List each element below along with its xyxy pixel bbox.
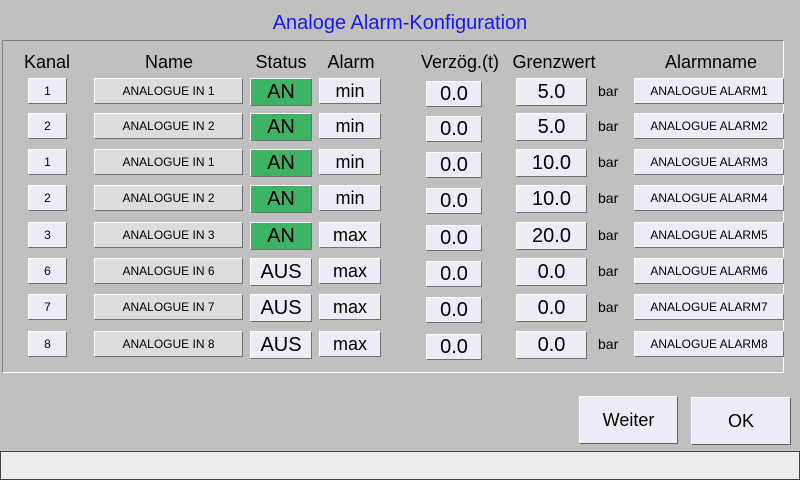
delay-field[interactable]: 0.0 (426, 225, 482, 251)
header-name: Name (144, 52, 193, 72)
alarm-name-field[interactable]: ANALOGUE ALARM1 (634, 78, 784, 104)
weiter-button[interactable]: Weiter (579, 396, 678, 444)
status-toggle[interactable]: AN (250, 149, 312, 177)
alarm-name-field[interactable]: ANALOGUE ALARM7 (634, 294, 784, 320)
unit-label: bar (598, 263, 619, 279)
alarm-type-field[interactable]: min (319, 78, 381, 104)
channel-name-field[interactable]: ANALOGUE IN 6 (94, 258, 243, 284)
limit-field[interactable]: 5.0 (516, 78, 587, 106)
alarm-name-field[interactable]: ANALOGUE ALARM2 (634, 113, 784, 139)
alarm-type-field[interactable]: max (319, 331, 381, 357)
channel-name-field[interactable]: ANALOGUE IN 1 (94, 78, 243, 104)
status-toggle[interactable]: AN (250, 185, 312, 213)
unit-label: bar (598, 227, 619, 243)
kanal-field[interactable]: 1 (28, 78, 67, 104)
delay-field[interactable]: 0.0 (426, 297, 482, 323)
channel-name-field[interactable]: ANALOGUE IN 3 (94, 222, 243, 248)
status-bar (0, 451, 800, 480)
unit-label: bar (598, 336, 619, 352)
channel-name-field[interactable]: ANALOGUE IN 8 (94, 331, 243, 357)
alarm-type-field[interactable]: max (319, 294, 381, 320)
alarm-type-field[interactable]: max (319, 222, 381, 248)
limit-field[interactable]: 0.0 (516, 294, 587, 322)
status-toggle[interactable]: AUS (250, 294, 312, 322)
header-grenzwert: Grenzwert (512, 52, 596, 72)
unit-label: bar (598, 154, 619, 170)
delay-field[interactable]: 0.0 (426, 116, 482, 142)
header-alarmname: Alarmname (664, 52, 758, 72)
status-toggle[interactable]: AN (250, 222, 312, 250)
limit-field[interactable]: 20.0 (516, 222, 587, 250)
limit-field[interactable]: 5.0 (516, 113, 587, 141)
status-toggle[interactable]: AUS (250, 331, 312, 359)
alarm-name-field[interactable]: ANALOGUE ALARM5 (634, 222, 784, 248)
channel-name-field[interactable]: ANALOGUE IN 2 (94, 113, 243, 139)
channel-name-field[interactable]: ANALOGUE IN 7 (94, 294, 243, 320)
kanal-field[interactable]: 2 (28, 185, 67, 211)
delay-field[interactable]: 0.0 (426, 261, 482, 287)
limit-field[interactable]: 10.0 (516, 149, 587, 177)
unit-label: bar (598, 299, 619, 315)
header-status: Status (255, 52, 307, 72)
kanal-field[interactable]: 2 (28, 113, 67, 139)
status-toggle[interactable]: AUS (250, 258, 312, 286)
alarm-name-field[interactable]: ANALOGUE ALARM3 (634, 149, 784, 175)
kanal-field[interactable]: 7 (28, 294, 67, 320)
alarm-name-field[interactable]: ANALOGUE ALARM8 (634, 331, 784, 357)
alarm-name-field[interactable]: ANALOGUE ALARM4 (634, 185, 784, 211)
status-toggle[interactable]: AN (250, 78, 312, 106)
unit-label: bar (598, 118, 619, 134)
unit-label: bar (598, 190, 619, 206)
delay-field[interactable]: 0.0 (426, 81, 482, 107)
kanal-field[interactable]: 3 (28, 222, 67, 248)
limit-field[interactable]: 10.0 (516, 185, 587, 213)
channel-name-field[interactable]: ANALOGUE IN 2 (94, 185, 243, 211)
alarm-type-field[interactable]: min (319, 185, 381, 211)
kanal-field[interactable]: 8 (28, 331, 67, 357)
alarm-type-field[interactable]: min (319, 113, 381, 139)
page-title: Analoge Alarm-Konfiguration (272, 12, 528, 34)
kanal-field[interactable]: 1 (28, 149, 67, 175)
kanal-field[interactable]: 6 (28, 258, 67, 284)
header-verzoegerung: Verzög.(t) (420, 52, 500, 72)
delay-field[interactable]: 0.0 (426, 152, 482, 178)
header-kanal: Kanal (23, 52, 71, 72)
limit-field[interactable]: 0.0 (516, 331, 587, 359)
delay-field[interactable]: 0.0 (426, 334, 482, 360)
header-alarm: Alarm (327, 52, 375, 72)
alarm-type-field[interactable]: min (319, 149, 381, 175)
status-toggle[interactable]: AN (250, 113, 312, 141)
delay-field[interactable]: 0.0 (426, 188, 482, 214)
channel-name-field[interactable]: ANALOGUE IN 1 (94, 149, 243, 175)
limit-field[interactable]: 0.0 (516, 258, 587, 286)
alarm-name-field[interactable]: ANALOGUE ALARM6 (634, 258, 784, 284)
unit-label: bar (598, 83, 619, 99)
ok-button[interactable]: OK (691, 397, 791, 445)
alarm-type-field[interactable]: max (319, 258, 381, 284)
